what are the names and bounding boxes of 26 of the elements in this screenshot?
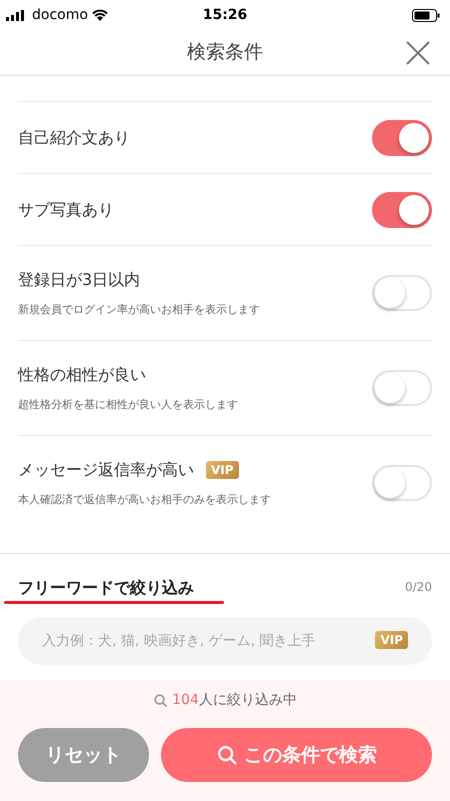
option-label: 登録日が3日以内 [18,268,140,291]
option-description: 超性格分析を基に相性が良い人を表示します [18,396,239,413]
toggle-switch[interactable] [372,192,432,228]
option-label: サブ写真あり [18,198,114,220]
option-label: 自己紹介文あり [18,126,130,148]
battery-icon [412,8,440,22]
search-button[interactable]: この条件で検索 [161,728,432,782]
vip-badge: VIP [375,631,408,649]
clock-time: 15:26 [202,6,248,24]
close-button[interactable] [404,39,432,67]
wifi-icon [92,9,108,21]
option-description: 本人確認済で返信率が高いお相手のみを表示します [18,492,272,508]
section-title: フリーワードで絞り込み [18,577,195,599]
option-label: 性格の相性が良い [18,364,146,386]
toggle-switch[interactable] [372,120,432,156]
option-label: メッセージ返信率が高い [18,458,194,481]
character-counter: 0/20 [405,579,432,596]
result-count: 104人に絞り込み中 [172,691,297,710]
search-icon [153,693,168,708]
screen-title: 検索条件 [187,40,263,66]
carrier-name: docomo [32,6,88,24]
search-icon [216,744,238,766]
reset-button[interactable]: リセット [18,728,149,782]
close-icon [404,39,432,67]
vip-badge: VIP [206,460,239,479]
option-description: 新規会員でログイン率が高いお相手を表示します [18,302,261,318]
